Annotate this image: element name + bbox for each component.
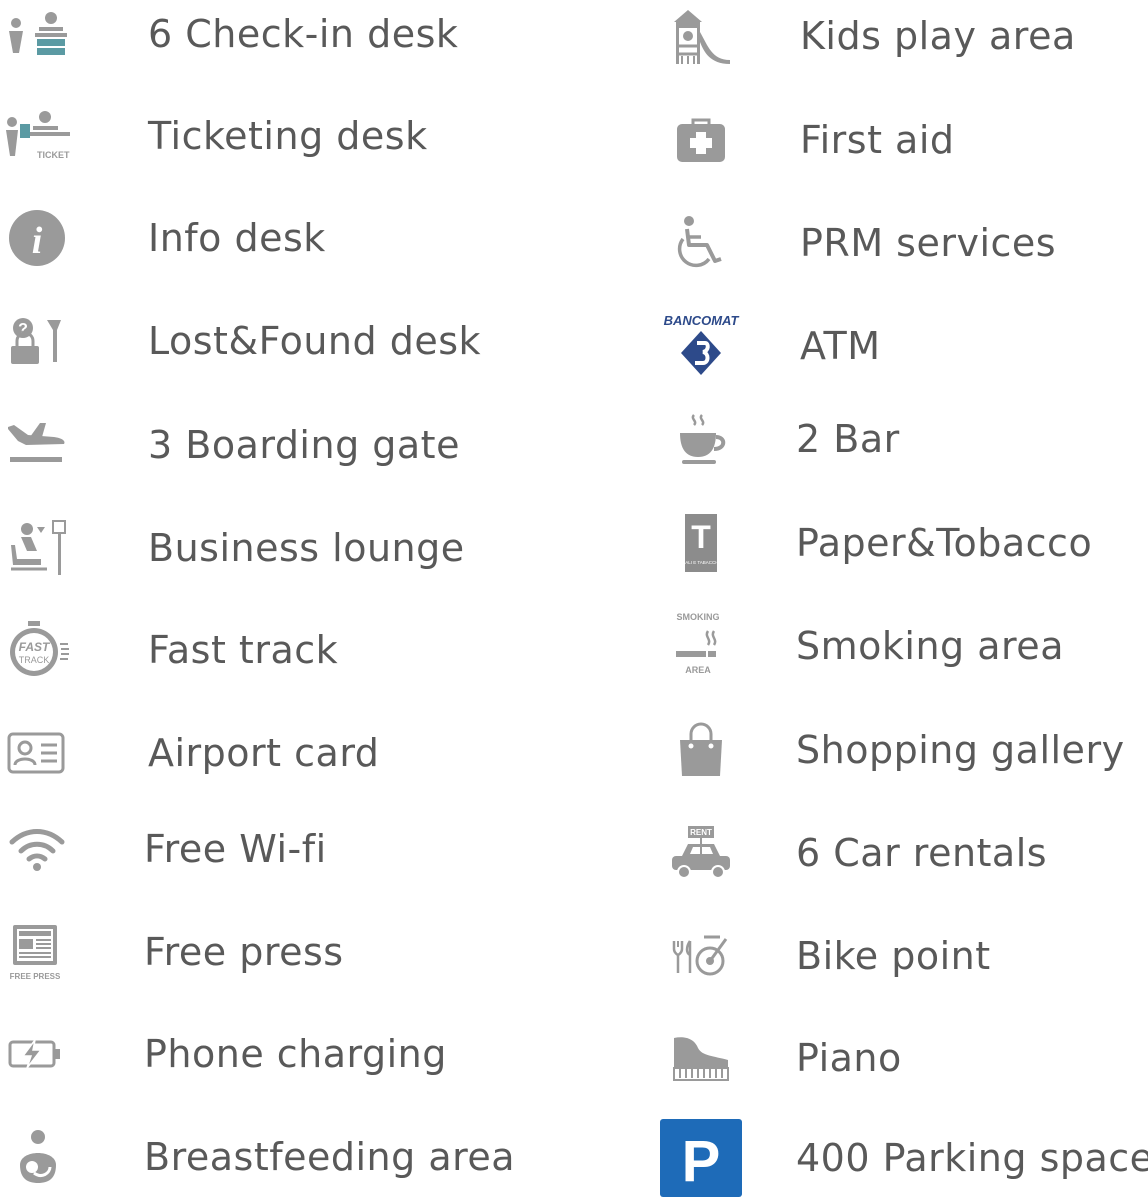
free-press-icon-text: FREE PRESS [10,972,61,981]
parking-icon: P [660,1119,742,1197]
info-icon-letter: i [32,220,43,262]
service-label: 2 Bar [796,417,900,461]
ticketing-desk-icon: TICKET [2,103,72,169]
service-label: Fast track [148,628,339,672]
service-item: BANCOMAT ATM [574,306,1148,386]
tobacco-letter: T [691,519,711,555]
parking-letter: P [682,1129,721,1194]
kids-play-area-icon [666,3,736,69]
piano-icon [666,1025,736,1091]
fast-track-text-2: TRACK [19,655,50,665]
service-item: Airport card [0,713,574,793]
business-lounge-icon [2,515,72,581]
service-item: PRM services [574,203,1148,283]
service-item: i Info desk [0,198,574,278]
wheelchair-icon [666,210,736,276]
service-item: Bike point [574,916,1148,996]
phone-charging-icon [2,1021,72,1087]
wifi-icon [2,816,72,882]
services-left-column: 6 Check-in desk TICKET Ticketing desk i … [0,0,574,1189]
atm-icon: BANCOMAT [664,313,739,379]
service-label: Shopping gallery [796,728,1125,772]
service-label: Bike point [796,934,991,978]
service-item: 3 Boarding gate [0,405,574,485]
service-item: Phone charging [0,1014,574,1094]
service-item: Kids play area [574,0,1148,76]
service-label: PRM services [800,221,1057,265]
info-icon: i [2,205,72,271]
service-label: Piano [796,1036,902,1080]
fast-track-text: FAST [19,640,51,654]
service-item: Business lounge [0,508,574,588]
service-item: 2 Bar [574,399,1148,479]
service-label: Free press [144,930,344,974]
service-label: 3 Boarding gate [148,423,460,467]
service-label: Ticketing desk [148,114,428,158]
service-item: Shopping gallery [574,710,1148,790]
smoking-area-icon: SMOKING AREA [666,612,736,679]
service-label: 6 Check-in desk [148,12,459,56]
atm-brand-text: BANCOMAT [664,313,740,328]
service-item: SMOKING AREA Smoking area [574,606,1148,686]
service-item: Piano [574,1018,1148,1098]
smoking-top-text: SMOKING [676,612,719,622]
service-item: Free Wi-fi [0,809,574,889]
service-item: FAST TRACK Fast track [0,610,574,690]
service-item: 6 Check-in desk [0,0,574,74]
car-rental-icon: RENT [666,820,736,886]
service-label: Paper&Tobacco [796,521,1093,565]
service-label: 400 Parking spaces [796,1136,1148,1180]
services-right-column: Kids play area First aid PRM services BA… [574,0,1148,1197]
service-item: FREE PRESS Free press [0,912,574,992]
service-label: Business lounge [148,526,465,570]
first-aid-icon [666,107,736,173]
shopping-bag-icon [666,717,736,783]
service-item: RENT 6 Car rentals [574,813,1148,893]
service-label: Phone charging [144,1032,447,1076]
coffee-cup-icon [666,406,736,472]
service-label: Lost&Found desk [148,319,482,363]
service-label: First aid [800,118,955,162]
airport-card-icon [2,720,72,786]
service-label: Smoking area [796,624,1064,668]
free-press-icon: FREE PRESS [2,919,72,985]
service-label: Kids play area [800,14,1076,58]
bike-point-icon [666,923,736,989]
service-label: ATM [800,324,881,368]
smoking-bottom-text: AREA [685,665,711,675]
service-item: TICKET Ticketing desk [0,96,574,176]
tobacco-icon: T SALI E TABACCHI [666,510,736,576]
service-label: Airport card [148,731,380,775]
rent-sign-text: RENT [690,828,712,837]
service-item: P 400 Parking spaces [574,1118,1148,1198]
service-item: ? Lost&Found desk [0,301,574,381]
service-label: Breastfeeding area [144,1135,516,1179]
fast-track-icon: FAST TRACK [2,617,72,683]
service-label: 6 Car rentals [796,831,1048,875]
check-in-desk-icon [2,1,72,67]
tobacco-icon-text: SALI E TABACCHI [682,560,720,565]
service-label: Info desk [148,216,326,260]
service-label: Free Wi-fi [144,827,327,871]
ticket-icon-text: TICKET [37,150,70,160]
service-item: T SALI E TABACCHI Paper&Tobacco [574,503,1148,583]
boarding-gate-icon [2,412,72,478]
service-item: First aid [574,100,1148,180]
service-item: Breastfeeding area [0,1117,574,1197]
breastfeeding-icon [2,1124,72,1190]
lost-found-icon: ? [2,308,72,374]
